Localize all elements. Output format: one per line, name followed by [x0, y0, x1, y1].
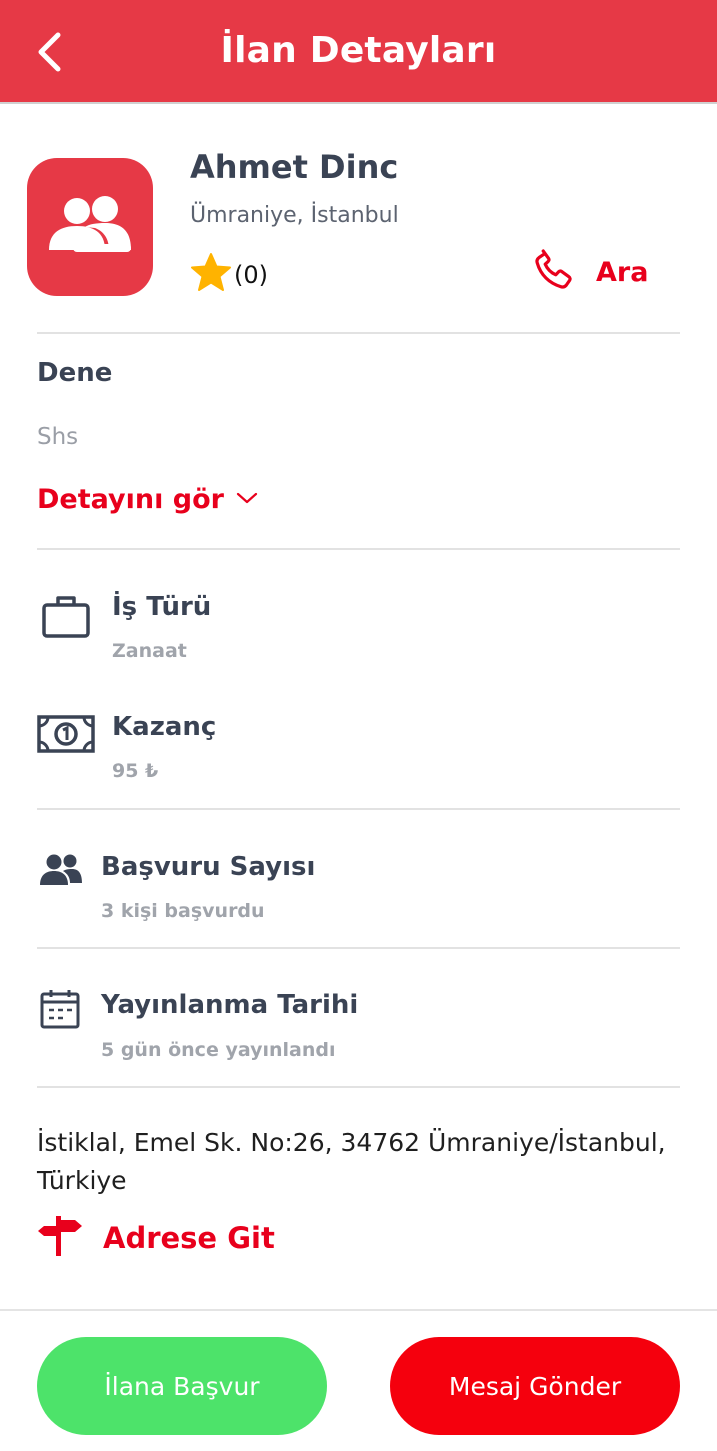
- go-to-address-label: Adrese Git: [103, 1221, 275, 1255]
- go-to-address-button[interactable]: Adrese Git: [37, 1214, 275, 1262]
- calendar-icon: [38, 988, 82, 1030]
- rating-count: (0): [234, 261, 268, 289]
- details-link-label: Detayını gör: [37, 484, 224, 515]
- users-icon: [47, 194, 133, 260]
- divider: [37, 947, 680, 949]
- apply-button[interactable]: İlana Başvur: [37, 1337, 327, 1435]
- info-label-publish-date: Yayınlanma Tarihi: [101, 990, 359, 1020]
- info-value-applications: 3 kişi başvurdu: [101, 900, 265, 922]
- info-value-earnings: 95 ₺: [112, 760, 159, 782]
- app-bar: İlan Detayları: [0, 0, 717, 104]
- details-link[interactable]: Detayını gör: [37, 484, 258, 515]
- listing-title: Dene: [37, 358, 113, 388]
- divider: [37, 332, 680, 334]
- user-location: Ümraniye, İstanbul: [190, 203, 399, 228]
- users-icon: [38, 852, 84, 888]
- send-message-button[interactable]: Mesaj Gönder: [390, 1337, 680, 1435]
- divider: [0, 1309, 717, 1311]
- rating: (0): [190, 252, 268, 298]
- listing-description: Shs: [37, 424, 79, 450]
- signpost-icon: [37, 1214, 83, 1262]
- call-button[interactable]: Ara: [530, 246, 648, 298]
- address-text: İstiklal, Emel Sk. No:26, 34762 Ümraniye…: [37, 1128, 666, 1195]
- info-value-publish-date: 5 gün önce yayınlandı: [101, 1039, 336, 1061]
- chevron-down-icon: [236, 490, 258, 509]
- divider: [37, 548, 680, 550]
- info-value-job-type: Zanaat: [112, 640, 187, 662]
- info-label-job-type: İş Türü: [112, 592, 212, 622]
- star-icon: [190, 252, 232, 298]
- info-label-applications: Başvuru Sayısı: [101, 852, 316, 882]
- page-title: İlan Detayları: [220, 30, 497, 71]
- user-name: Ahmet Dinc: [190, 148, 399, 186]
- avatar: [27, 158, 153, 296]
- phone-icon: [530, 246, 578, 298]
- divider: [37, 808, 680, 810]
- call-label: Ara: [596, 256, 649, 288]
- banknote-icon: [37, 713, 95, 755]
- info-label-earnings: Kazanç: [112, 712, 217, 742]
- divider: [37, 1086, 680, 1088]
- briefcase-icon: [40, 592, 92, 640]
